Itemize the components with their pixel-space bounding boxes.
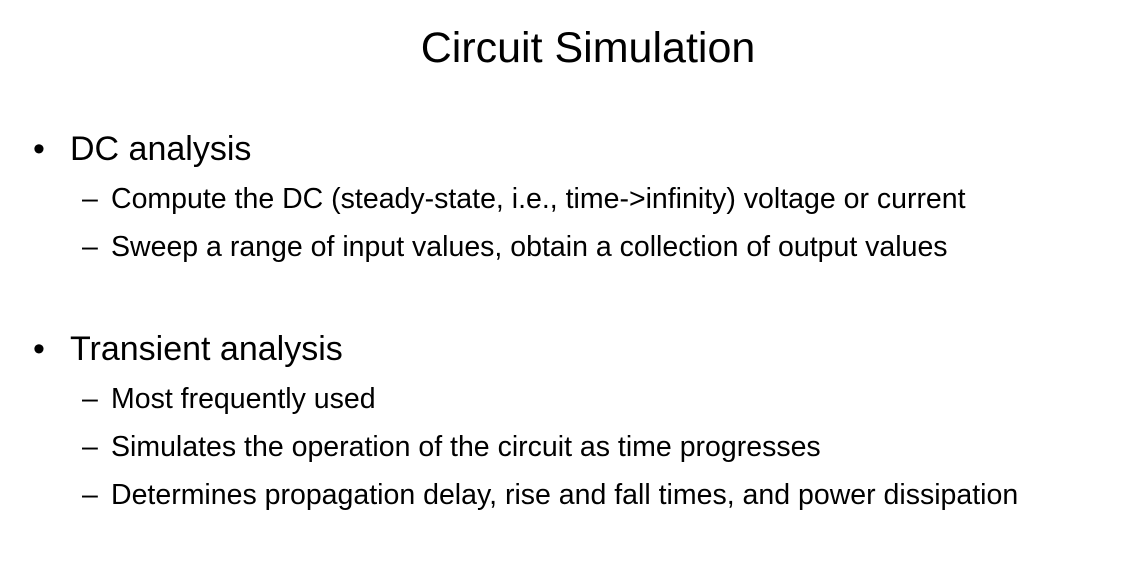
sub-bullet: – Simulates the operation of the circuit… [0, 428, 1139, 466]
slide: Circuit Simulation • DC analysis – Compu… [0, 0, 1139, 577]
sub-bullet-dash: – [82, 431, 98, 463]
sub-bullet-dash: – [82, 479, 98, 511]
bullet-heading: DC analysis [70, 130, 252, 168]
sub-bullet: – Sweep a range of input values, obtain … [0, 228, 1139, 266]
sub-bullet: – Most frequently used [0, 380, 1139, 418]
slide-title: Circuit Simulation [420, 24, 756, 72]
bullet-heading: Transient analysis [70, 330, 343, 368]
sub-bullet: – Determines propagation delay, rise and… [0, 476, 1139, 514]
bullet-dot: • [33, 130, 45, 168]
sub-bullet-text: Sweep a range of input values, obtain a … [111, 231, 948, 263]
bullet-dc-analysis: • DC analysis – Compute the DC (steady-s… [0, 126, 1139, 276]
sub-bullet-text: Most frequently used [111, 383, 376, 415]
sub-bullet-text: Compute the DC (steady-state, i.e., time… [111, 183, 966, 215]
sub-bullet-text: Simulates the operation of the circuit a… [111, 431, 821, 463]
sub-bullet-text: Determines propagation delay, rise and f… [111, 479, 1019, 511]
sub-bullet-dash: – [82, 383, 98, 415]
sub-bullet: – Compute the DC (steady-state, i.e., ti… [0, 180, 1139, 218]
bullet-dot: • [33, 330, 45, 368]
sub-bullet-dash: – [82, 183, 98, 215]
sub-bullet-dash: – [82, 231, 98, 263]
bullet-transient-analysis: • Transient analysis – Most frequently u… [0, 326, 1139, 524]
